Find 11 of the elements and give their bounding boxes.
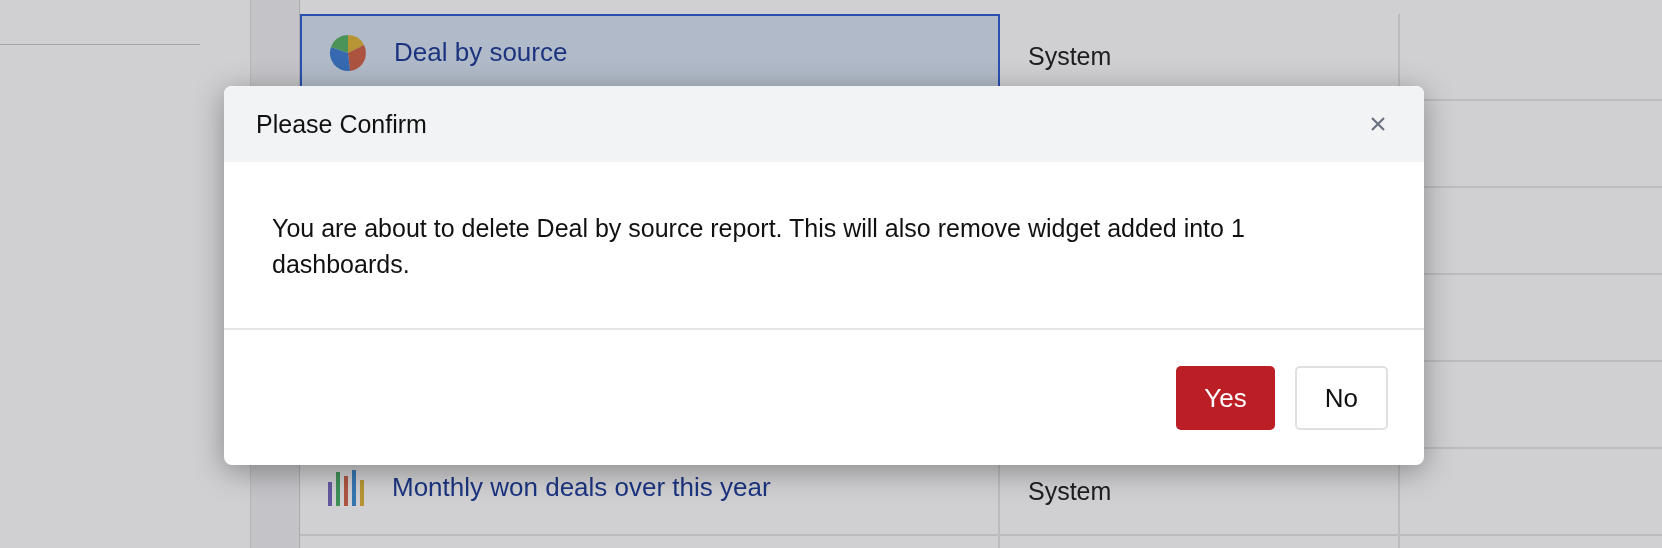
report-link[interactable]: Monthly won deals over this year bbox=[392, 472, 771, 503]
table-cell: System bbox=[1028, 477, 1112, 506]
report-link[interactable]: Deal by source bbox=[394, 37, 568, 68]
pie-chart-icon bbox=[328, 32, 368, 73]
cancel-button[interactable]: No bbox=[1294, 366, 1388, 430]
bar-chart-icon bbox=[326, 469, 366, 506]
confirm-button[interactable]: Yes bbox=[1176, 366, 1275, 430]
close-icon bbox=[1370, 116, 1386, 132]
dialog-title: Please Confirm bbox=[256, 109, 427, 139]
dialog-message: You are about to delete Deal by source report. This will also remove widget added into 1 dashboards. bbox=[272, 214, 1245, 278]
table-cell: System bbox=[1028, 42, 1112, 71]
